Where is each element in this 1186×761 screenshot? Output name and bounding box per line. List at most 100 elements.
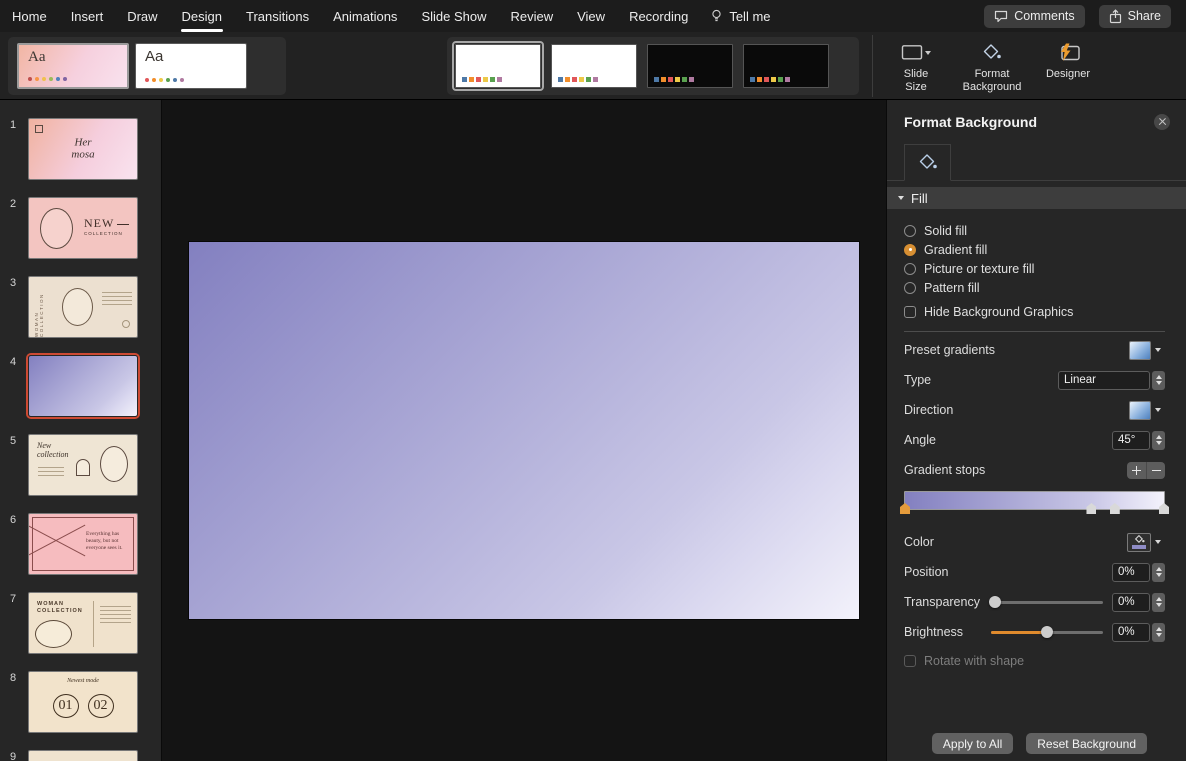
angle-input[interactable]: 45° [1112,431,1150,450]
transparency-stepper[interactable] [1152,593,1165,612]
slide-size-button[interactable]: Slide Size [885,41,947,94]
menu-item-recording[interactable]: Recording [629,9,688,24]
menu-item-slideshow[interactable]: Slide Show [421,9,486,24]
menu-item-view[interactable]: View [577,9,605,24]
checkbox-disabled-icon [904,655,916,667]
slide-item-7[interactable]: 7 WOMAN COLLECTION [0,592,161,654]
variant-thumbnail-3[interactable] [647,44,733,88]
chevron-down-icon [925,51,931,55]
comments-button[interactable]: Comments [984,5,1084,28]
chevron-down-icon [1151,533,1165,552]
menu-item-draw[interactable]: Draw [127,9,157,24]
slide-item-5[interactable]: 5 New collection [0,434,161,496]
theme-card-label: Aa [145,48,163,65]
thumb-subtitle: COLLECTION [84,231,123,236]
gradient-stops-bar[interactable] [904,491,1165,510]
designer-button[interactable]: Designer [1037,41,1099,81]
slide-number: 2 [7,197,28,259]
slide-thumbnail: Her mosa [28,118,138,180]
color-dropdown[interactable] [1127,533,1165,552]
slide-item-8[interactable]: 8 Newest mode 01 02 [0,671,161,733]
gradient-direction-swatch [1129,401,1151,420]
type-row: Type Linear [904,365,1165,395]
transparency-input[interactable]: 0% [1112,593,1150,612]
slide-thumbnail-selected [28,355,138,417]
brightness-slider[interactable] [991,631,1103,634]
transparency-slider[interactable] [991,601,1103,604]
hide-background-graphics[interactable]: Hide Background Graphics [904,302,1166,321]
tab-fill[interactable] [904,144,951,181]
slide-number: 1 [7,118,28,180]
brightness-input[interactable]: 0% [1112,623,1150,642]
preset-gradients-row: Preset gradients [904,335,1165,365]
apply-to-all-button[interactable]: Apply to All [932,733,1013,754]
position-stepper[interactable] [1152,563,1165,582]
slide-item-3[interactable]: 3 WOMAN COLLECTION [0,276,161,338]
gradient-stop-marker[interactable] [1086,503,1096,514]
variant-color-swatches [558,77,598,82]
format-background-button[interactable]: Format Background [961,41,1023,94]
slide-item-4-selected[interactable]: 4 [0,355,161,417]
menu-item-review[interactable]: Review [510,9,553,24]
remove-gradient-stop-button[interactable] [1146,462,1165,479]
gradient-stop-marker[interactable] [1159,503,1169,514]
type-stepper[interactable] [1152,371,1165,390]
slider-knob[interactable] [989,596,1001,608]
menu-item-animations[interactable]: Animations [333,9,397,24]
fill-option-pattern[interactable]: Pattern fill [904,278,1166,297]
add-gradient-stop-button[interactable] [1127,462,1146,479]
preset-gradients-dropdown[interactable] [1129,341,1165,360]
angle-stepper[interactable] [1152,431,1165,450]
gradient-stops-label: Gradient stops [904,463,985,477]
thumb-logo-mark [35,125,43,133]
rotate-label: Rotate with shape [924,654,1024,668]
content-area: 1 Her mosa 2 NEW COLLECTION 3 WOMAN COLL… [0,100,1186,761]
menu-item-home[interactable]: Home [12,9,47,24]
pane-tab-strip [887,144,1186,181]
variant-thumbnail-2[interactable] [551,44,637,88]
share-button[interactable]: Share [1099,5,1171,28]
thumb-number-02: 02 [88,694,114,718]
thumb-title: Newest mode [29,678,137,684]
slide-canvas[interactable] [189,242,859,619]
thumb-circle-mark [122,320,130,328]
tell-me[interactable]: Tell me [710,9,770,24]
slide-item-1[interactable]: 1 Her mosa [0,118,161,180]
slide-size-label: Slide Size [904,68,928,94]
fill-section-header[interactable]: Fill [887,187,1186,209]
reset-background-button[interactable]: Reset Background [1026,733,1147,754]
menu-item-design[interactable]: Design [182,9,222,24]
menu-item-transitions[interactable]: Transitions [246,9,309,24]
slide-thumbnail: WOMAN COLLECTION [28,276,138,338]
thumb-oval-shape [62,288,93,326]
variant-thumbnail-4[interactable] [743,44,829,88]
variant-color-swatches [462,77,502,82]
format-background-pane: Format Background Fill [886,100,1186,761]
brightness-stepper[interactable] [1152,623,1165,642]
theme-card-current[interactable]: Aa [17,43,129,89]
theme-card-office[interactable]: Aa [135,43,247,89]
slide-item-9[interactable]: 9 [0,750,161,761]
slide-item-6[interactable]: 6 Everything has beauty, but not everyon… [0,513,161,575]
close-icon[interactable] [1154,114,1170,130]
position-input[interactable]: 0% [1112,563,1150,582]
direction-dropdown[interactable] [1129,401,1165,420]
menu-item-insert[interactable]: Insert [71,9,104,24]
fill-option-picture[interactable]: Picture or texture fill [904,259,1166,278]
gradient-stop-marker[interactable] [900,503,910,514]
gradient-stop-marker[interactable] [1110,503,1120,514]
design-ribbon: Aa Aa [0,32,1186,100]
menubar-right: Comments Share [984,5,1171,28]
slider-knob[interactable] [1041,626,1053,638]
comments-label: Comments [1014,9,1074,23]
slide-thumbnail-panel: 1 Her mosa 2 NEW COLLECTION 3 WOMAN COLL… [0,100,162,761]
slide-monitor-icon [901,44,923,61]
slide-item-2[interactable]: 2 NEW COLLECTION [0,197,161,259]
gradient-bar-wrap [904,491,1165,510]
fill-option-gradient[interactable]: Gradient fill [904,240,1166,259]
fill-option-solid[interactable]: Solid fill [904,221,1166,240]
gradient-stops-row: Gradient stops [904,455,1165,485]
variant-thumbnail-1[interactable] [455,44,541,88]
slide-number: 8 [7,671,28,733]
type-select[interactable]: Linear [1058,371,1150,390]
